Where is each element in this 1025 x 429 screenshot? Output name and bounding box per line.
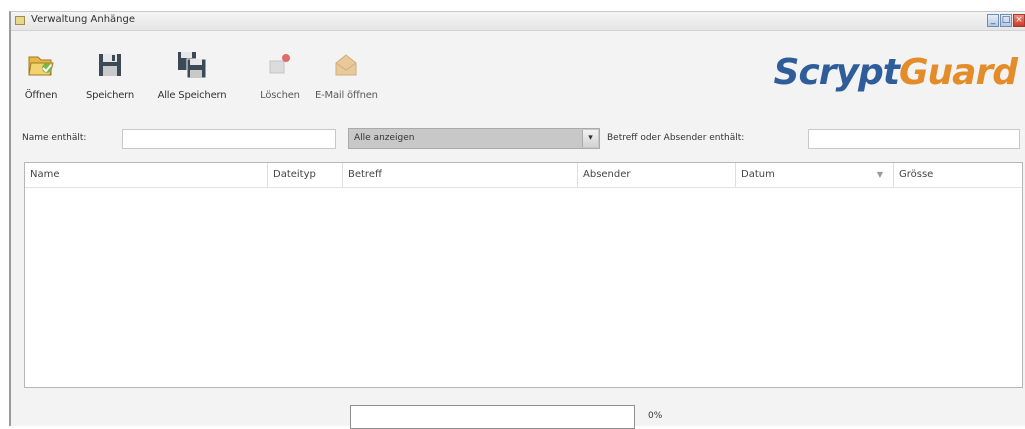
delete-button[interactable]: Löschen <box>255 41 305 113</box>
column-header-size[interactable]: Grösse <box>894 163 1022 187</box>
window-title: Verwaltung Anhänge <box>31 14 136 25</box>
maximize-button[interactable]: □ <box>1000 14 1012 27</box>
type-filter-select[interactable]: Alle anzeigen ▾ <box>348 128 600 149</box>
minimize-button[interactable]: _ <box>987 14 999 27</box>
save-all-icon <box>178 52 207 79</box>
column-header-filetype[interactable]: Dateityp <box>268 163 343 187</box>
minimize-icon: _ <box>990 15 996 25</box>
chevron-down-icon[interactable]: ▾ <box>582 130 598 147</box>
window-controls: _ □ × <box>987 14 1025 28</box>
title-bar[interactable]: Verwaltung Anhänge _ □ × <box>11 12 1025 31</box>
status-area: 0% <box>11 392 1025 429</box>
open-button-label: Öffnen <box>24 90 58 101</box>
close-button[interactable]: × <box>1013 14 1025 27</box>
subject-sender-filter-label: Betreff oder Absender enthält: <box>607 133 745 143</box>
scryptguard-logo: ScryptGuard <box>773 52 1018 93</box>
save-button[interactable]: Speichern <box>80 41 140 113</box>
open-email-icon <box>335 54 357 76</box>
open-email-button-label: E-Mail öffnen <box>315 90 378 101</box>
column-header-name[interactable]: Name <box>25 163 268 187</box>
close-icon: × <box>1015 15 1023 25</box>
attachment-manager-window: Verwaltung Anhänge _ □ × Öffnen Speicher… <box>9 11 1025 429</box>
save-all-button[interactable]: Alle Speichern <box>153 41 231 113</box>
name-filter-input[interactable] <box>122 129 336 149</box>
toolbar: Öffnen Speichern Alle Speichern Löschen … <box>11 31 1025 117</box>
column-header-subject[interactable]: Betreff <box>343 163 578 187</box>
window-icon <box>15 16 25 25</box>
subject-sender-filter-input[interactable] <box>808 129 1020 149</box>
column-header-sender[interactable]: Absender <box>578 163 736 187</box>
name-filter-label: Name enthält: <box>22 133 87 143</box>
delete-icon <box>269 54 290 74</box>
save-all-button-label: Alle Speichern <box>157 90 227 101</box>
attachments-table: Name Dateityp Betreff Absender Datum ▼ G… <box>24 162 1023 388</box>
open-email-button[interactable]: E-Mail öffnen <box>315 41 378 113</box>
column-header-date[interactable]: Datum ▼ <box>736 163 894 187</box>
progress-percent: 0% <box>648 411 663 421</box>
floppy-disk-icon <box>99 54 121 76</box>
progress-bar <box>350 405 635 429</box>
table-header: Name Dateityp Betreff Absender Datum ▼ G… <box>25 163 1022 188</box>
maximize-icon: □ <box>1001 15 1011 25</box>
save-button-label: Speichern <box>85 90 135 101</box>
folder-open-icon <box>28 56 54 76</box>
delete-button-label: Löschen <box>260 90 300 101</box>
sort-descending-icon: ▼ <box>876 170 883 179</box>
filter-bar: Name enthält: Alle anzeigen ▾ Betreff od… <box>11 123 1025 153</box>
open-button[interactable]: Öffnen <box>21 41 61 113</box>
type-filter-value: Alle anzeigen <box>354 133 415 143</box>
